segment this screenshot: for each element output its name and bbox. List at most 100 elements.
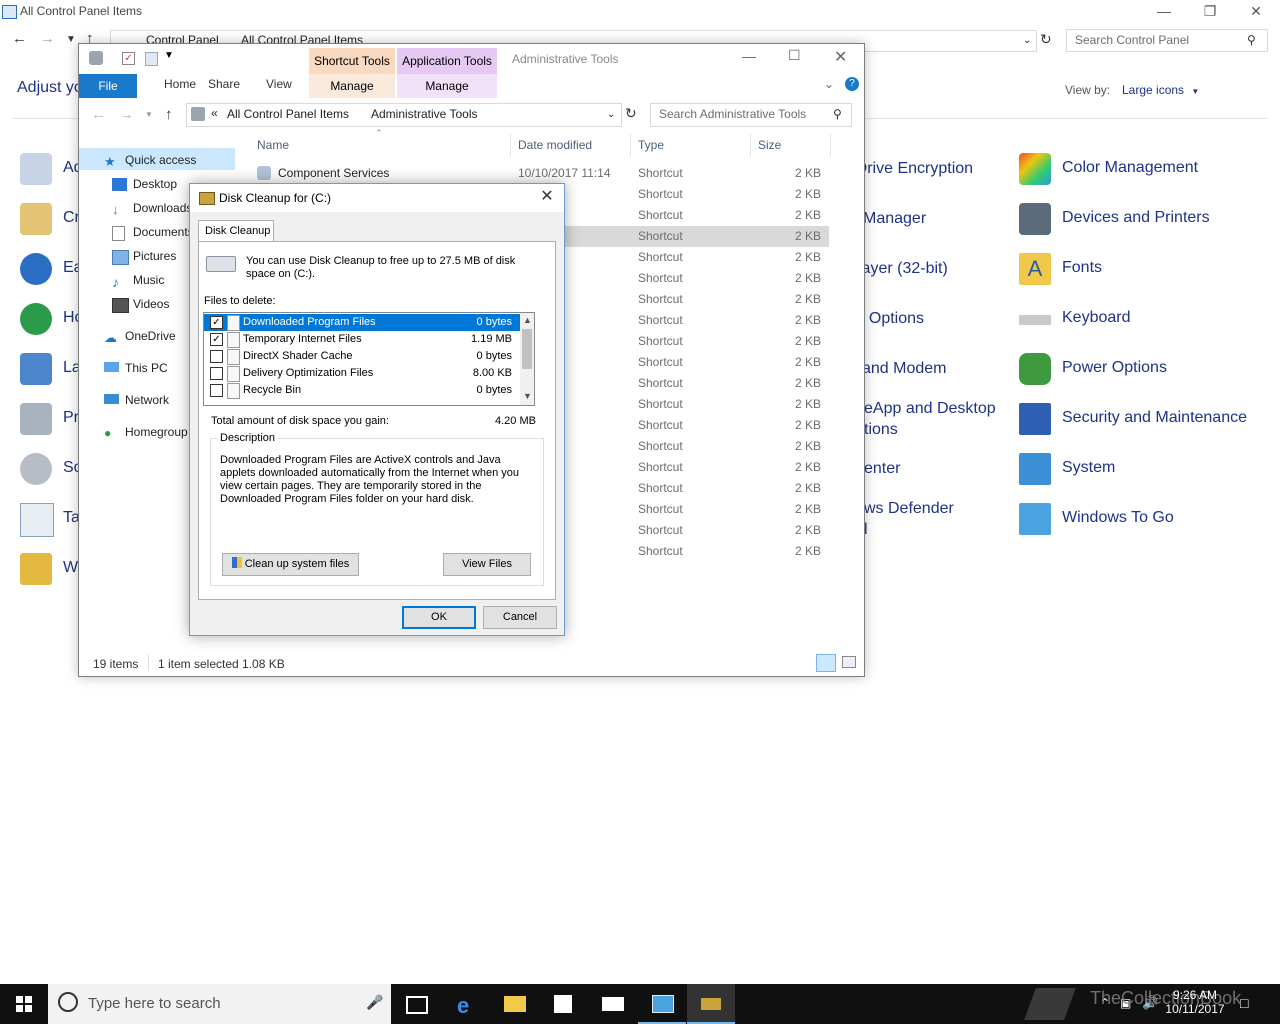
view-files-button[interactable]: View Files [443, 553, 531, 576]
work-folders-icon [20, 553, 52, 585]
row-type: Shortcut [638, 292, 683, 306]
view-by-dropdown[interactable]: Large icons ▼ [1122, 83, 1199, 97]
list-item[interactable]: Recycle Bin 0 bytes [204, 382, 520, 399]
ok-button[interactable]: OK [402, 606, 476, 629]
search-input[interactable]: Search Control Panel ⚲ [1066, 29, 1268, 52]
tab-view[interactable]: View [266, 77, 292, 91]
store-icon[interactable] [539, 984, 587, 1024]
file-icon [227, 366, 240, 382]
list-item[interactable]: ✓ Downloaded Program Files 0 bytes [204, 314, 520, 331]
file-explorer-icon[interactable] [491, 984, 539, 1024]
notifications-icon[interactable]: □ [1240, 995, 1248, 1011]
details-view-icon[interactable] [816, 654, 836, 672]
checkbox[interactable]: ✓ [210, 333, 223, 346]
checkbox[interactable] [210, 350, 223, 363]
explorer-address-bar[interactable]: « All Control Panel Items Administrative… [186, 103, 622, 127]
up-arrow-icon[interactable]: ↑ [165, 106, 173, 123]
list-item[interactable]: DirectX Shader Cache 0 bytes [204, 348, 520, 365]
row-size: 2 KB [794, 523, 821, 537]
ribbon-tabs: Home Share View Manage Manage ⌄ ? [79, 74, 864, 98]
dialog-titlebar: Disk Cleanup for (C:) [190, 184, 564, 212]
files-to-delete-label: Files to delete: [204, 295, 276, 307]
row-type: Shortcut [638, 481, 683, 495]
cancel-button[interactable]: Cancel [483, 606, 557, 629]
row-type: Shortcut [638, 418, 683, 432]
list-item[interactable]: Delivery Optimization Files 8.00 KB [204, 365, 520, 382]
back-arrow-icon[interactable]: ← [91, 106, 106, 123]
context-tab-shortcut-tools[interactable]: Shortcut Tools [309, 48, 395, 74]
disk-cleanup-taskbar-icon[interactable] [687, 984, 735, 1024]
column-size[interactable]: Size [758, 138, 781, 152]
minimize-button[interactable]: — [742, 48, 756, 64]
task-view-icon[interactable] [392, 984, 440, 1024]
tab-disk-cleanup[interactable]: Disk Cleanup [198, 220, 274, 243]
address-dropdown-icon[interactable]: ⌄ [607, 109, 615, 120]
breadcrumb-all-items[interactable]: All Control Panel Items [227, 107, 349, 121]
scroll-up-icon[interactable]: ▲ [523, 315, 532, 325]
desktop-icon [112, 178, 127, 191]
checkbox[interactable] [210, 367, 223, 380]
restore-button[interactable]: ❐ [1187, 0, 1233, 24]
view-by-label: View by: [1065, 83, 1111, 97]
scroll-down-icon[interactable]: ▼ [523, 391, 532, 401]
ribbon-expand-icon[interactable]: ⌄ [824, 77, 834, 91]
help-icon[interactable]: ? [845, 77, 859, 91]
address-dropdown-icon[interactable]: ⌄ [1023, 35, 1031, 46]
homegroup-icon: ● [104, 426, 112, 440]
search-icon: ⚲ [1247, 33, 1256, 47]
row-type: Shortcut [638, 439, 683, 453]
checkbox[interactable]: ✓ [210, 316, 223, 329]
explorer-search-input[interactable]: Search Administrative Tools ⚲ [650, 103, 852, 127]
close-button[interactable]: ✕ [834, 47, 847, 67]
taskbar-search-box[interactable]: Type here to search 🎤 [48, 984, 391, 1024]
tab-shortcut-manage[interactable]: Manage [309, 74, 395, 98]
microphone-icon[interactable]: 🎤 [366, 994, 383, 1011]
list-item[interactable]: ✓ Temporary Internet Files 1.19 MB [204, 331, 520, 348]
column-type[interactable]: Type [638, 138, 664, 152]
clean-up-system-files-button[interactable]: Clean up system files [222, 553, 359, 576]
row-type: Shortcut [638, 544, 683, 558]
tab-application-manage[interactable]: Manage [397, 74, 497, 98]
close-button[interactable]: ✕ [1233, 0, 1279, 24]
search-placeholder: Search Control Panel [1075, 33, 1190, 47]
tab-home[interactable]: Home [164, 77, 196, 91]
file-name: Recycle Bin [243, 384, 302, 396]
large-icons-view-icon[interactable] [842, 656, 856, 668]
column-date-modified[interactable]: Date modified [518, 138, 592, 152]
new-folder-icon[interactable] [145, 52, 158, 66]
forward-arrow-icon[interactable]: → [119, 106, 134, 123]
forward-arrow-icon[interactable]: → [40, 30, 55, 47]
context-tab-application-tools[interactable]: Application Tools [397, 48, 497, 74]
mail-icon[interactable] [589, 984, 637, 1024]
network-icon [104, 394, 119, 404]
explorer-title: Administrative Tools [512, 52, 619, 66]
row-type: Shortcut [638, 208, 683, 222]
keyboard-icon [1019, 315, 1051, 325]
back-arrow-icon[interactable]: ← [12, 30, 27, 47]
scroll-thumb[interactable] [522, 329, 532, 369]
scrollbar[interactable]: ▲ ▼ [520, 313, 534, 405]
breadcrumb-administrative-tools[interactable]: Administrative Tools [371, 107, 478, 121]
checkbox[interactable] [210, 384, 223, 397]
files-to-delete-list[interactable]: ✓ Downloaded Program Files 0 bytes ✓ Tempora… [203, 312, 535, 406]
maximize-button[interactable]: ☐ [788, 47, 801, 64]
tab-share[interactable]: Share [208, 77, 240, 91]
recent-dropdown-icon[interactable]: ▼ [66, 34, 76, 45]
close-icon[interactable]: ✕ [535, 186, 559, 210]
file-icon [227, 315, 240, 331]
dialog-title: Disk Cleanup for (C:) [219, 191, 332, 205]
taskbar-clock[interactable]: 9:26 AM 10/11/2017 [1160, 988, 1230, 1016]
view-by-value: Large icons [1122, 83, 1185, 97]
table-row[interactable]: Component Services 10/10/2017 11:14 Shortc… [249, 163, 829, 184]
refresh-icon[interactable]: ↻ [1040, 31, 1052, 48]
quick-access-dropdown-icon[interactable]: ▼ [164, 50, 174, 61]
refresh-icon[interactable]: ↻ [625, 105, 637, 122]
windows-start-icon[interactable] [16, 996, 32, 1012]
edge-icon[interactable]: e [443, 984, 491, 1024]
column-name[interactable]: Name [257, 138, 289, 152]
properties-icon[interactable]: ✓ [122, 52, 135, 65]
recent-dropdown-icon[interactable]: ▼ [145, 110, 153, 119]
minimize-button[interactable]: — [1141, 0, 1187, 24]
tab-file[interactable]: File [79, 74, 137, 98]
control-panel-taskbar-icon[interactable] [638, 984, 686, 1024]
